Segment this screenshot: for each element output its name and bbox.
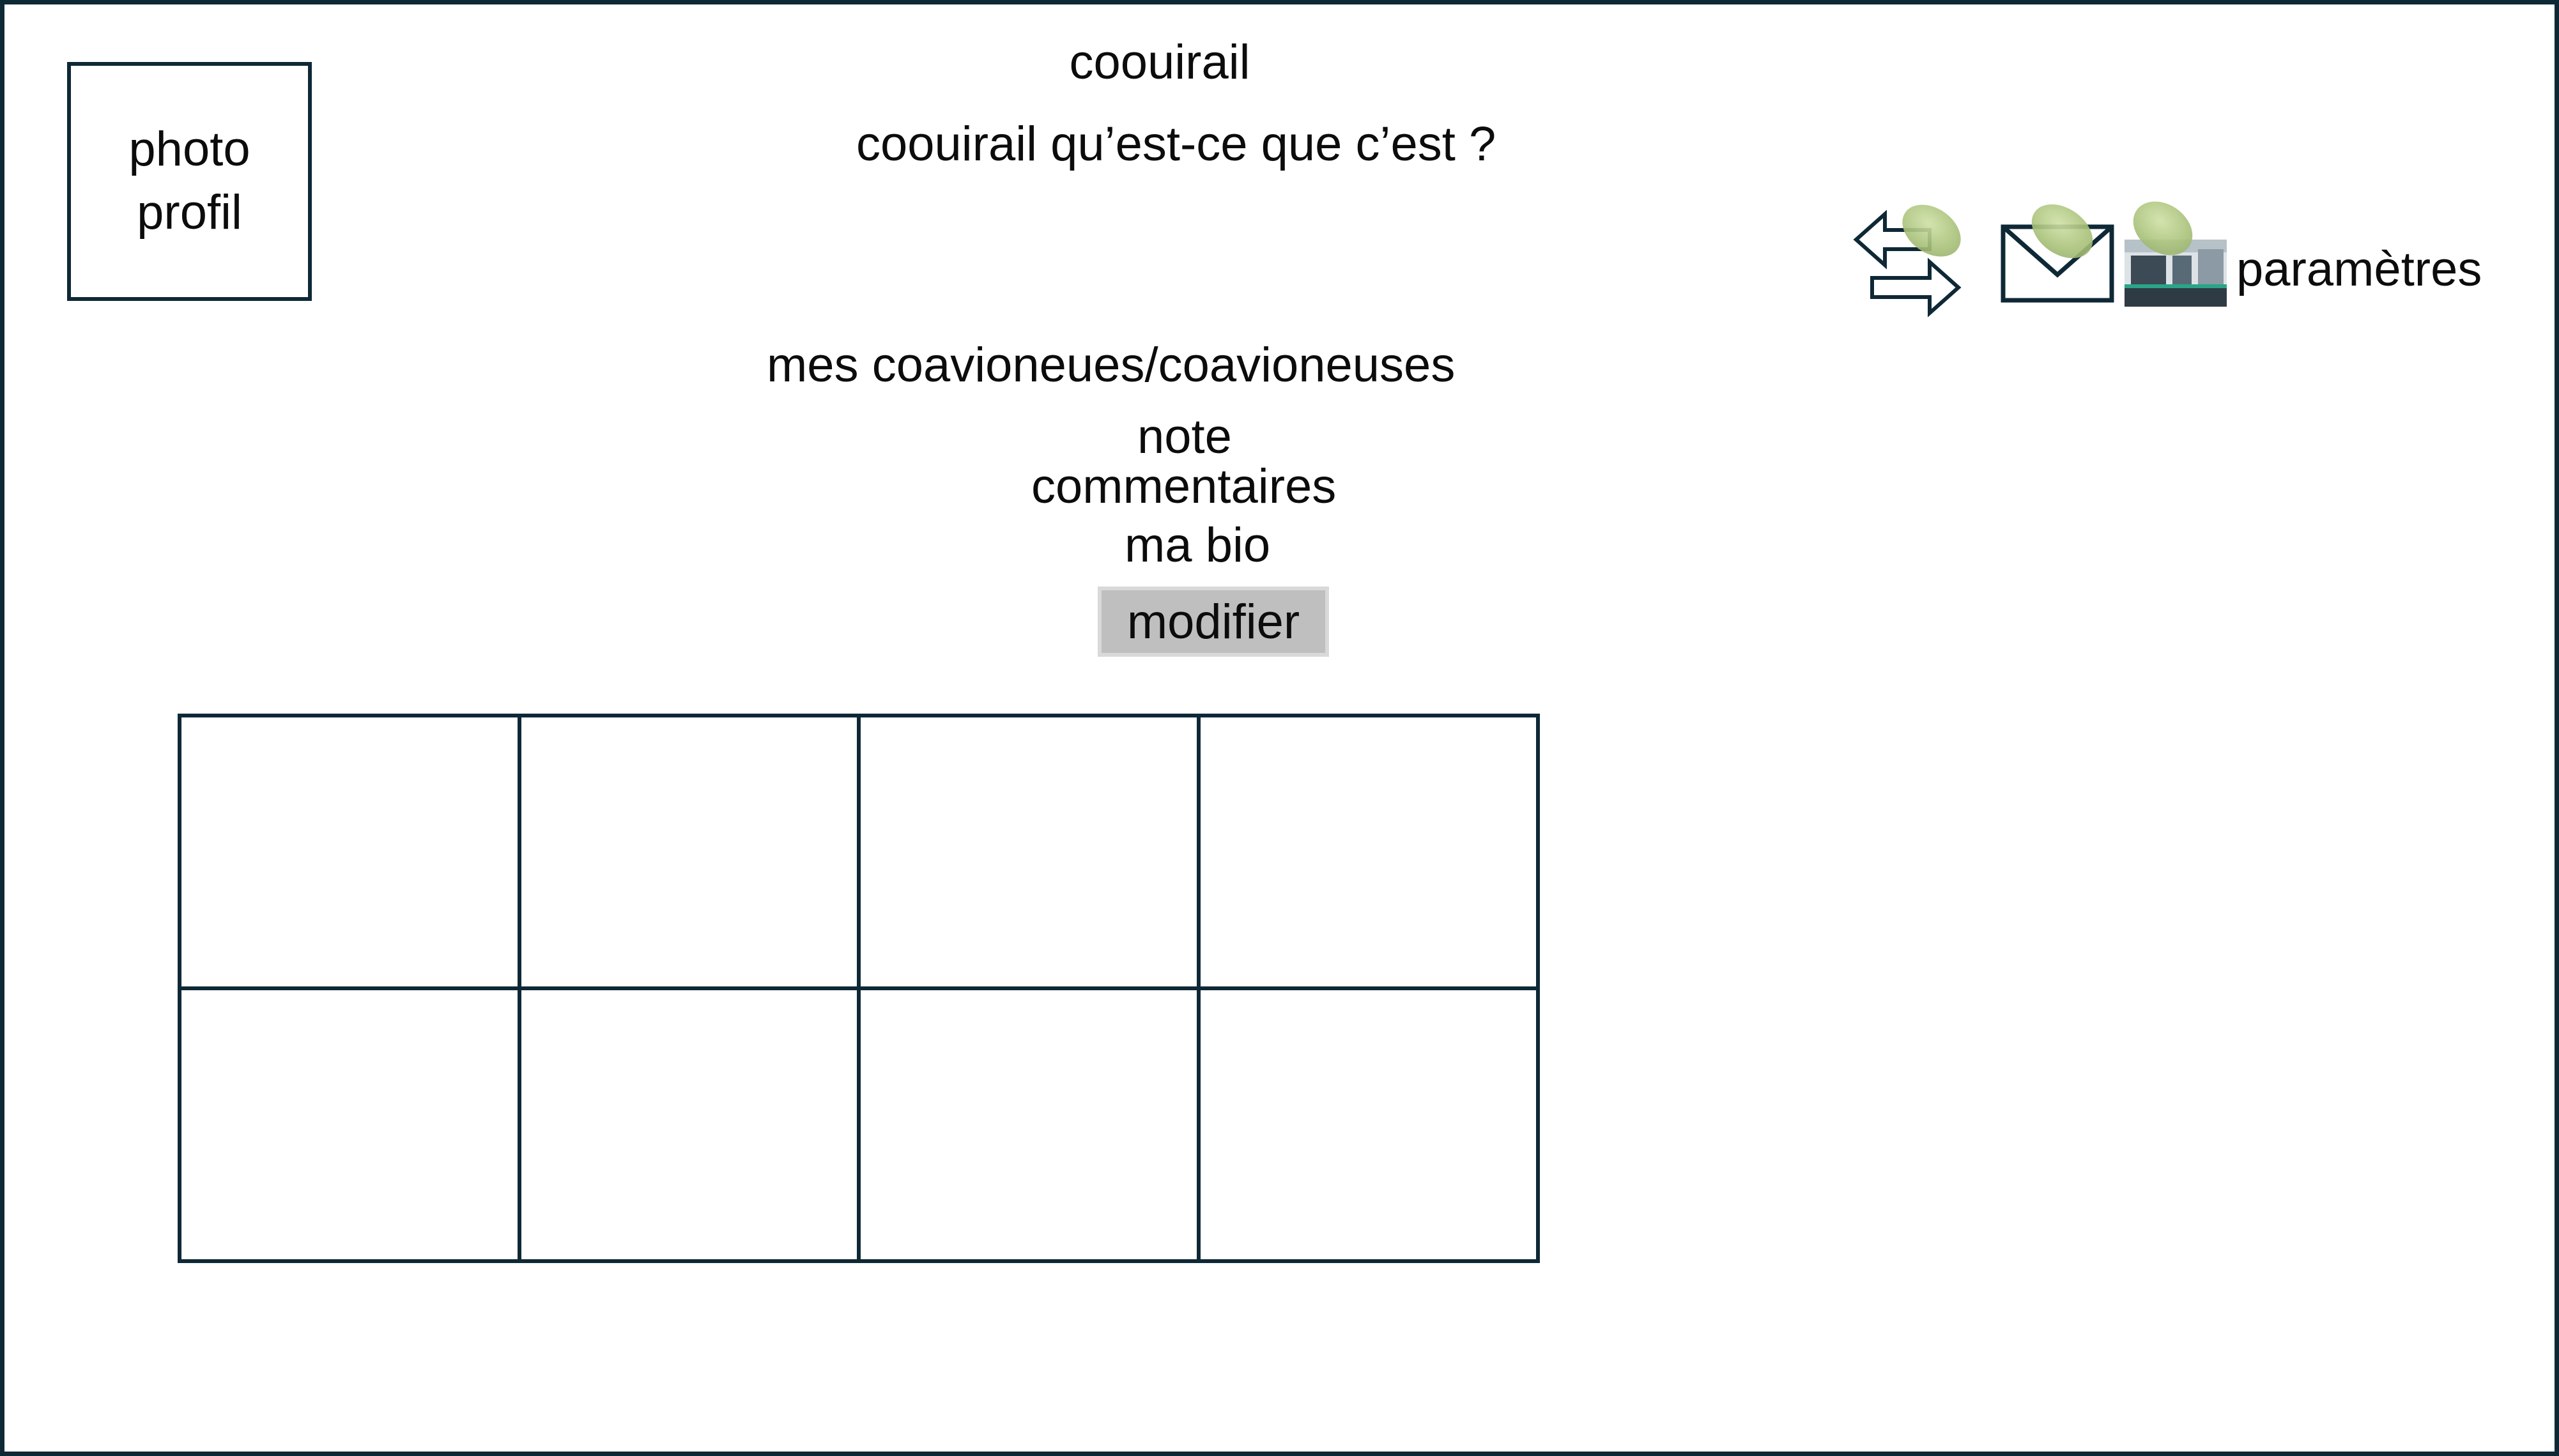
rating-label: note — [1137, 410, 1232, 464]
mail-icon[interactable] — [2000, 193, 2128, 307]
comments-link[interactable]: commentaires — [1031, 463, 1336, 511]
profile-photo-placeholder: photo profil — [128, 118, 250, 245]
swap-arrows-icon[interactable] — [1850, 194, 1971, 319]
profile-photo-line2: profil — [137, 185, 242, 240]
grid-cell[interactable] — [1198, 988, 1538, 1261]
co-travellers-link[interactable]: mes coavioneues/coavioneuses — [767, 341, 1455, 390]
grid-cell[interactable] — [1198, 716, 1538, 988]
app-title: coouirail — [1069, 35, 1250, 89]
grid-cell[interactable] — [519, 988, 859, 1261]
grid-cell[interactable] — [859, 716, 1199, 988]
about-link[interactable]: coouirail qu’est-ce que c’est ? — [856, 120, 1496, 169]
bio-label: ma bio — [1125, 518, 1271, 572]
grid-cell[interactable] — [519, 716, 859, 988]
settings-link[interactable]: paramètres — [2236, 245, 2482, 294]
grid-cell[interactable] — [180, 988, 519, 1261]
grid-cell[interactable] — [859, 988, 1199, 1261]
grid-cell[interactable] — [180, 716, 519, 988]
train-icon[interactable] — [2123, 190, 2227, 307]
profile-photo[interactable]: photo profil — [67, 62, 312, 301]
modify-button[interactable]: modifier — [1098, 586, 1329, 657]
profile-photo-line1: photo — [128, 122, 250, 177]
photo-grid — [178, 714, 1540, 1263]
